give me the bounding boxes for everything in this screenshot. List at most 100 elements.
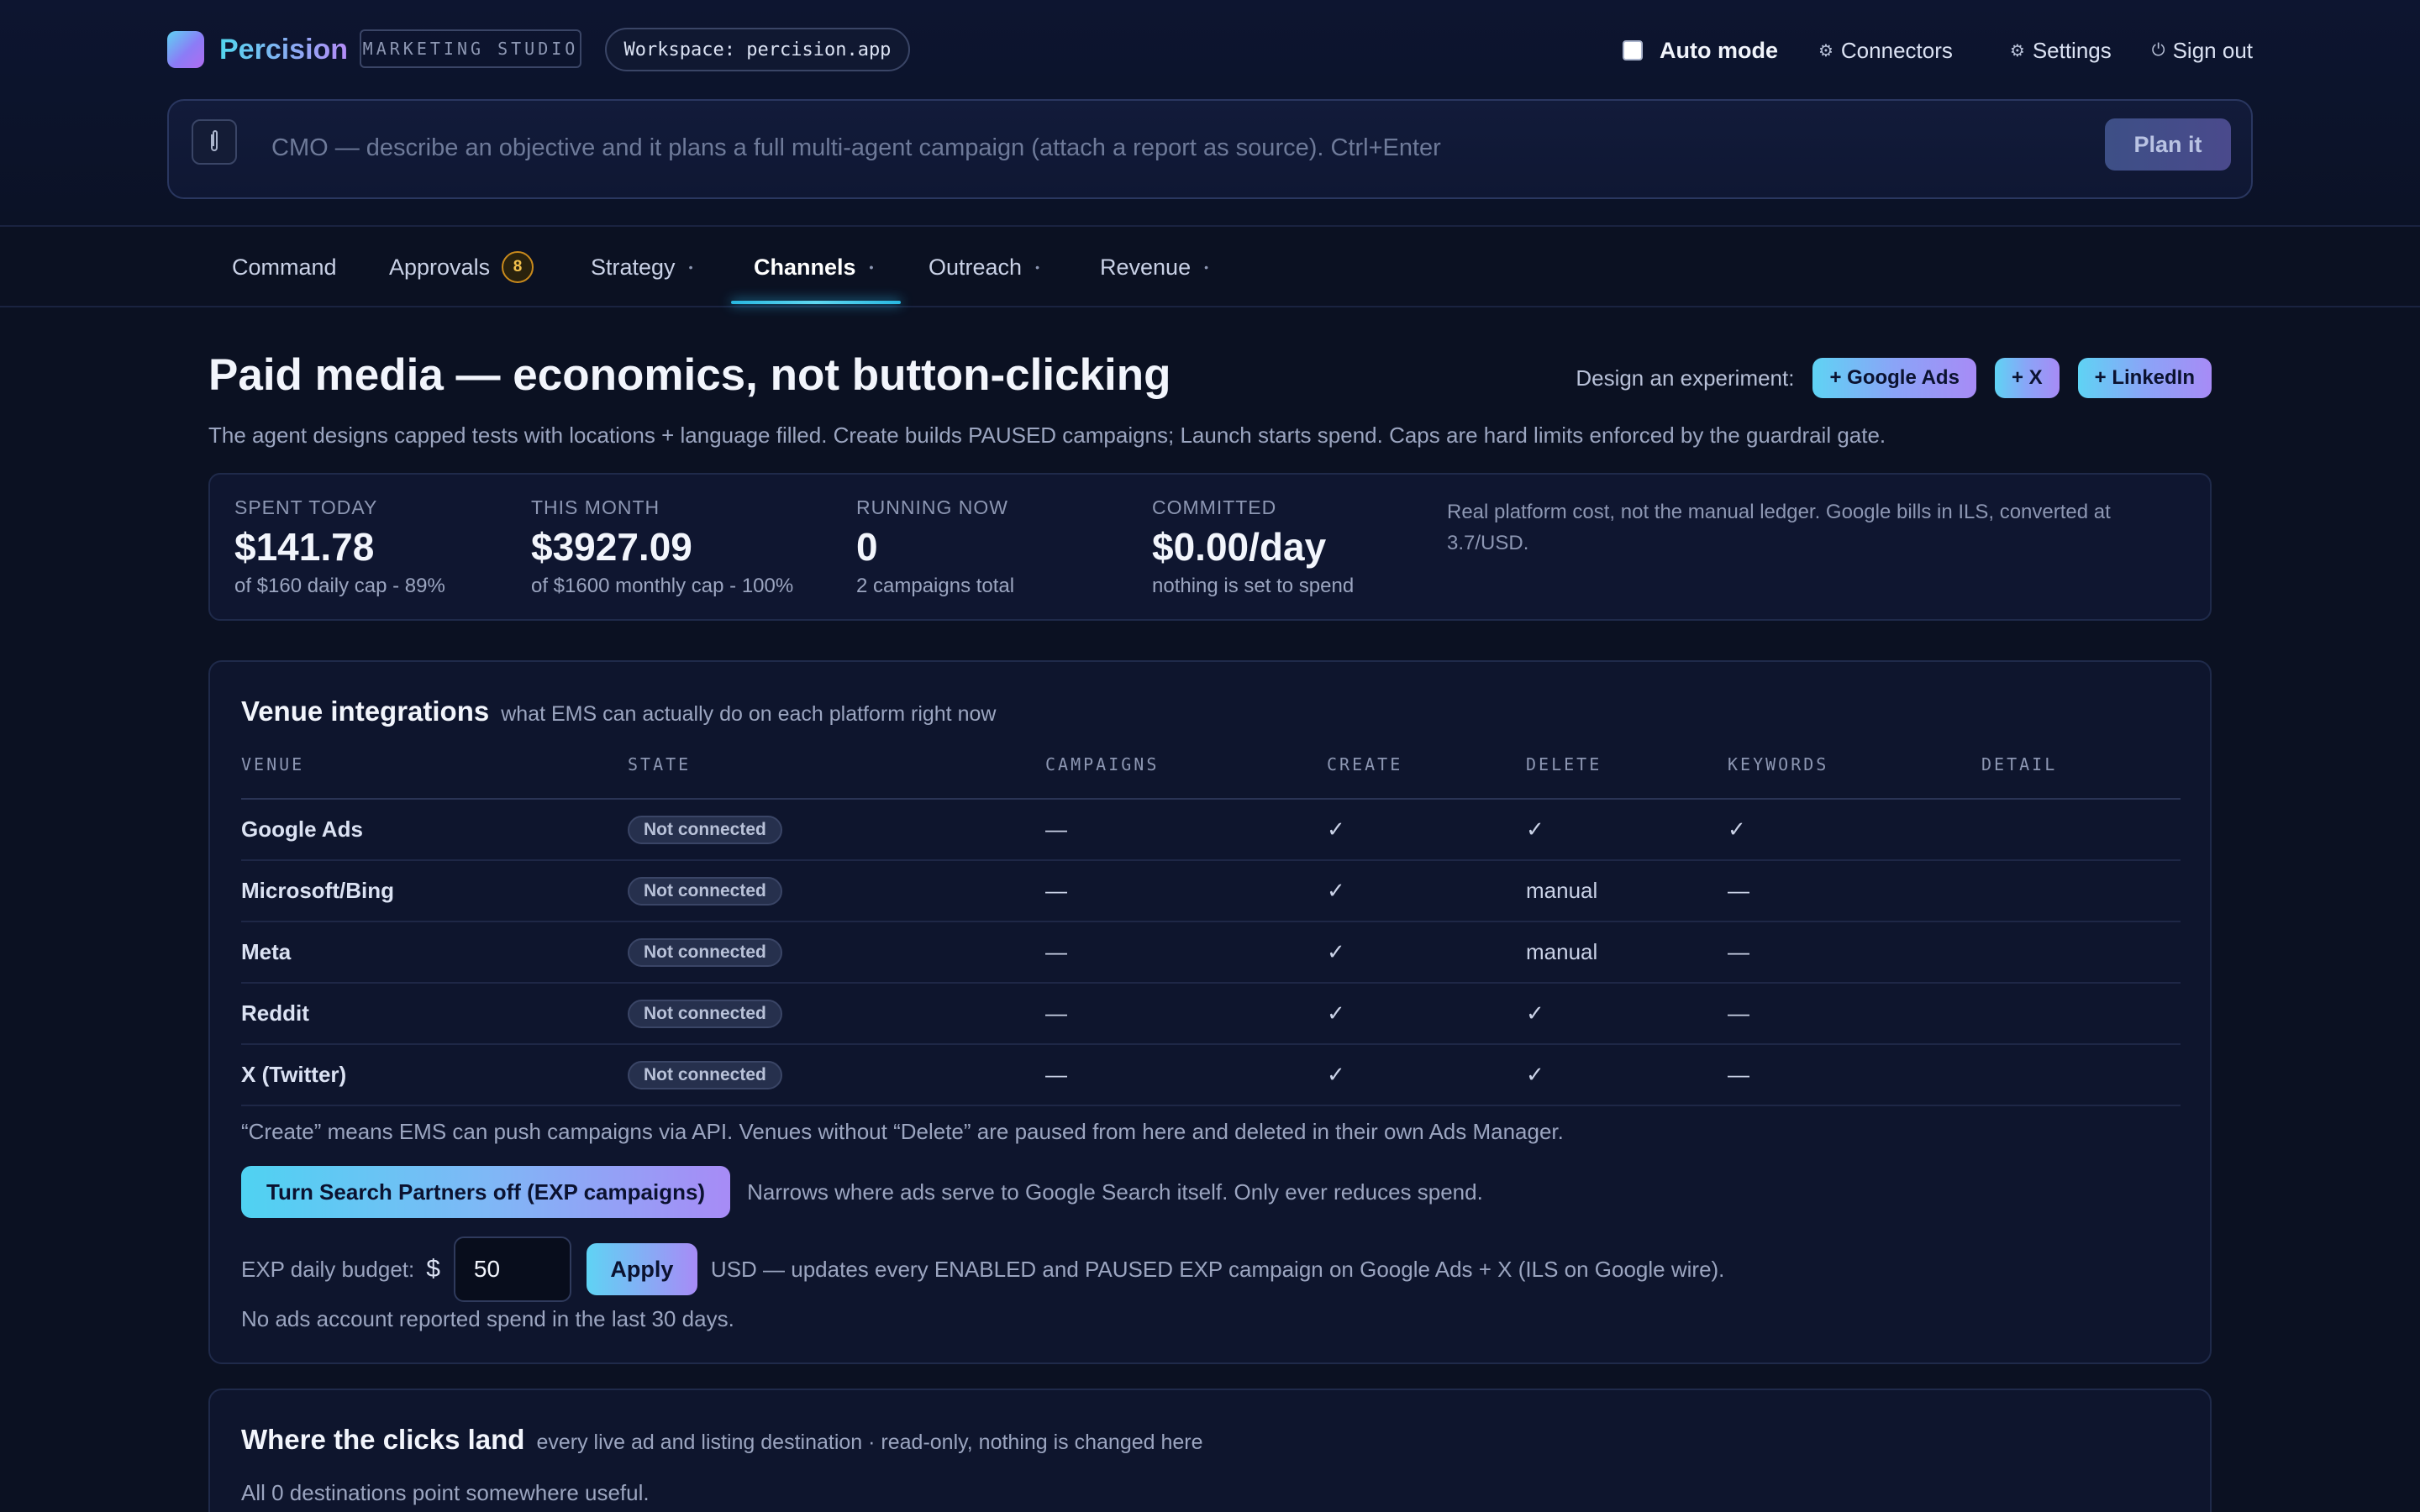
settings-label: Settings: [2032, 37, 2112, 63]
tab-label: Strategy: [591, 254, 676, 280]
stat-committed: COMMITTED $0.00/day nothing is set to sp…: [1152, 496, 1354, 598]
stat-value: $3927.09: [531, 525, 692, 569]
tab-channels[interactable]: Channels •: [754, 228, 873, 306]
signout-link[interactable]: ⏻ Sign out: [2152, 38, 2253, 64]
clicks-note: All 0 destinations point somewhere usefu…: [241, 1480, 650, 1505]
apply-budget-button[interactable]: Apply: [586, 1243, 697, 1295]
logo-icon: [167, 31, 204, 68]
search-partners-off-button[interactable]: Turn Search Partners off (EXP campaigns): [241, 1166, 731, 1218]
budget-label: EXP daily budget:: [241, 1256, 415, 1282]
tab-approvals[interactable]: Approvals 8: [389, 228, 534, 306]
tab-dot: •: [1035, 260, 1039, 274]
table-row: X (Twitter) Not connected — ✓ ✓ —: [241, 1045, 2181, 1106]
venue-table-header: VENUE STATE CAMPAIGNS CREATE DELETE KEYW…: [241, 754, 2181, 800]
brand[interactable]: Percision: [167, 30, 348, 69]
delete-cell: ✓: [1526, 816, 1544, 842]
create-cell: ✓: [1327, 1062, 1345, 1087]
brand-name: Percision: [219, 33, 349, 66]
approvals-count-badge: 8: [502, 251, 534, 283]
status-badge: Not connected: [628, 937, 782, 967]
state-cell: Not connected: [628, 1045, 782, 1105]
keywords-cell: —: [1728, 939, 1749, 964]
tab-bar: Command Approvals 8 Strategy • Channels …: [0, 228, 2420, 307]
page-title: Paid media — economics, not button-click…: [208, 350, 1171, 400]
experiment-toolbar: Design an experiment: + Google Ads + X +…: [1576, 358, 2212, 398]
add-linkedin-experiment-button[interactable]: + LinkedIn: [2077, 358, 2212, 398]
keywords-cell: —: [1728, 878, 1749, 903]
keywords-cell: ✓: [1728, 816, 1746, 842]
venue-name: X (Twitter): [241, 1062, 347, 1087]
studio-badge: MARKETING STUDIO: [360, 29, 581, 68]
tab-label: Channels: [754, 254, 856, 280]
settings-link[interactable]: ⚙ Settings: [2010, 38, 2112, 64]
table-row: Microsoft/Bing Not connected — ✓ manual …: [241, 861, 2181, 922]
gear-icon: ⚙: [1818, 41, 1833, 60]
add-google-ads-experiment-button[interactable]: + Google Ads: [1812, 358, 1976, 398]
venue-card-header: Venue integrations what EMS can actually…: [241, 696, 996, 727]
exp-budget-row: EXP daily budget: $ Apply USD — updates …: [241, 1236, 1724, 1302]
stat-running-now: RUNNING NOW 0 2 campaigns total: [856, 496, 1014, 598]
workspace-selector[interactable]: Workspace: percision.app: [605, 28, 910, 71]
command-bar: CMO — describe an objective and it plans…: [167, 99, 2253, 199]
spend-note: No ads account reported spend in the las…: [241, 1306, 734, 1331]
stat-note: nothing is set to spend: [1152, 575, 1355, 597]
stat-note: 2 campaigns total: [856, 575, 1015, 597]
column-header-detail: DETAIL: [1981, 754, 2058, 774]
column-header-create: CREATE: [1327, 754, 1403, 774]
create-cell: ✓: [1327, 816, 1345, 842]
stat-note: of $160 daily cap - 89%: [234, 575, 445, 597]
column-header-venue: VENUE: [241, 754, 305, 774]
exp-daily-budget-input[interactable]: [453, 1236, 571, 1302]
keywords-cell: —: [1728, 1000, 1749, 1026]
stat-this-month: THIS MONTH $3927.09 of $1600 monthly cap…: [531, 496, 793, 598]
command-input[interactable]: CMO — describe an objective and it plans…: [271, 134, 1441, 162]
clicks-destination-card: Where the clicks land every live ad and …: [208, 1389, 2212, 1512]
auto-mode-checkbox[interactable]: [1622, 40, 1643, 60]
column-header-state: STATE: [628, 754, 692, 774]
tab-label: Outreach: [929, 254, 1023, 280]
create-cell: ✓: [1327, 1000, 1345, 1026]
experiment-label: Design an experiment:: [1576, 365, 1795, 391]
tab-dot: •: [869, 260, 874, 274]
venue-name: Reddit: [241, 1000, 309, 1026]
create-cell: ✓: [1327, 939, 1345, 964]
campaigns-cell: —: [1045, 1062, 1067, 1087]
state-cell: Not connected: [628, 922, 782, 982]
create-cell: ✓: [1327, 878, 1345, 903]
venue-name: Microsoft/Bing: [241, 878, 394, 903]
venue-card-title: Venue integrations: [241, 696, 490, 727]
tab-strategy[interactable]: Strategy •: [591, 228, 692, 306]
status-badge: Not connected: [628, 999, 782, 1028]
tab-label: Command: [232, 254, 337, 280]
clicks-card-title: Where the clicks land: [241, 1424, 525, 1455]
stat-label: SPENT TODAY: [234, 496, 378, 518]
budget-description: USD — updates every ENABLED and PAUSED E…: [710, 1256, 1725, 1282]
tab-outreach[interactable]: Outreach •: [929, 228, 1039, 306]
add-x-experiment-button[interactable]: + X: [1994, 358, 2060, 398]
table-row: Meta Not connected — ✓ manual —: [241, 922, 2181, 984]
tab-dot: •: [1204, 260, 1208, 274]
plan-it-button[interactable]: Plan it: [2105, 118, 2231, 171]
spend-stats-card: SPENT TODAY $141.78 of $160 daily cap - …: [208, 473, 2212, 621]
tab-label: Approvals: [389, 254, 491, 280]
state-cell: Not connected: [628, 800, 782, 859]
column-header-delete: DELETE: [1526, 754, 1602, 774]
stats-footnote: Real platform cost, not the manual ledge…: [1447, 501, 2111, 554]
auto-mode-toggle[interactable]: Auto mode: [1622, 38, 1778, 64]
delete-cell: manual: [1526, 878, 1598, 903]
delete-cell: ✓: [1526, 1000, 1544, 1026]
tab-revenue[interactable]: Revenue •: [1100, 228, 1208, 306]
tab-command[interactable]: Command: [232, 228, 337, 306]
campaigns-cell: —: [1045, 878, 1067, 903]
attach-button[interactable]: [192, 119, 237, 165]
venue-footnote: “Create” means EMS can push campaigns vi…: [241, 1119, 1564, 1144]
stat-value: $141.78: [234, 525, 375, 569]
connectors-link[interactable]: ⚙ Connectors: [1818, 38, 1953, 64]
state-cell: Not connected: [628, 984, 782, 1043]
venue-name: Google Ads: [241, 816, 363, 842]
stat-spent-today: SPENT TODAY $141.78 of $160 daily cap - …: [234, 496, 445, 598]
currency-symbol: $: [426, 1255, 440, 1283]
keywords-cell: —: [1728, 1062, 1749, 1087]
delete-cell: ✓: [1526, 1062, 1544, 1087]
clicks-card-header: Where the clicks land every live ad and …: [241, 1424, 1203, 1456]
